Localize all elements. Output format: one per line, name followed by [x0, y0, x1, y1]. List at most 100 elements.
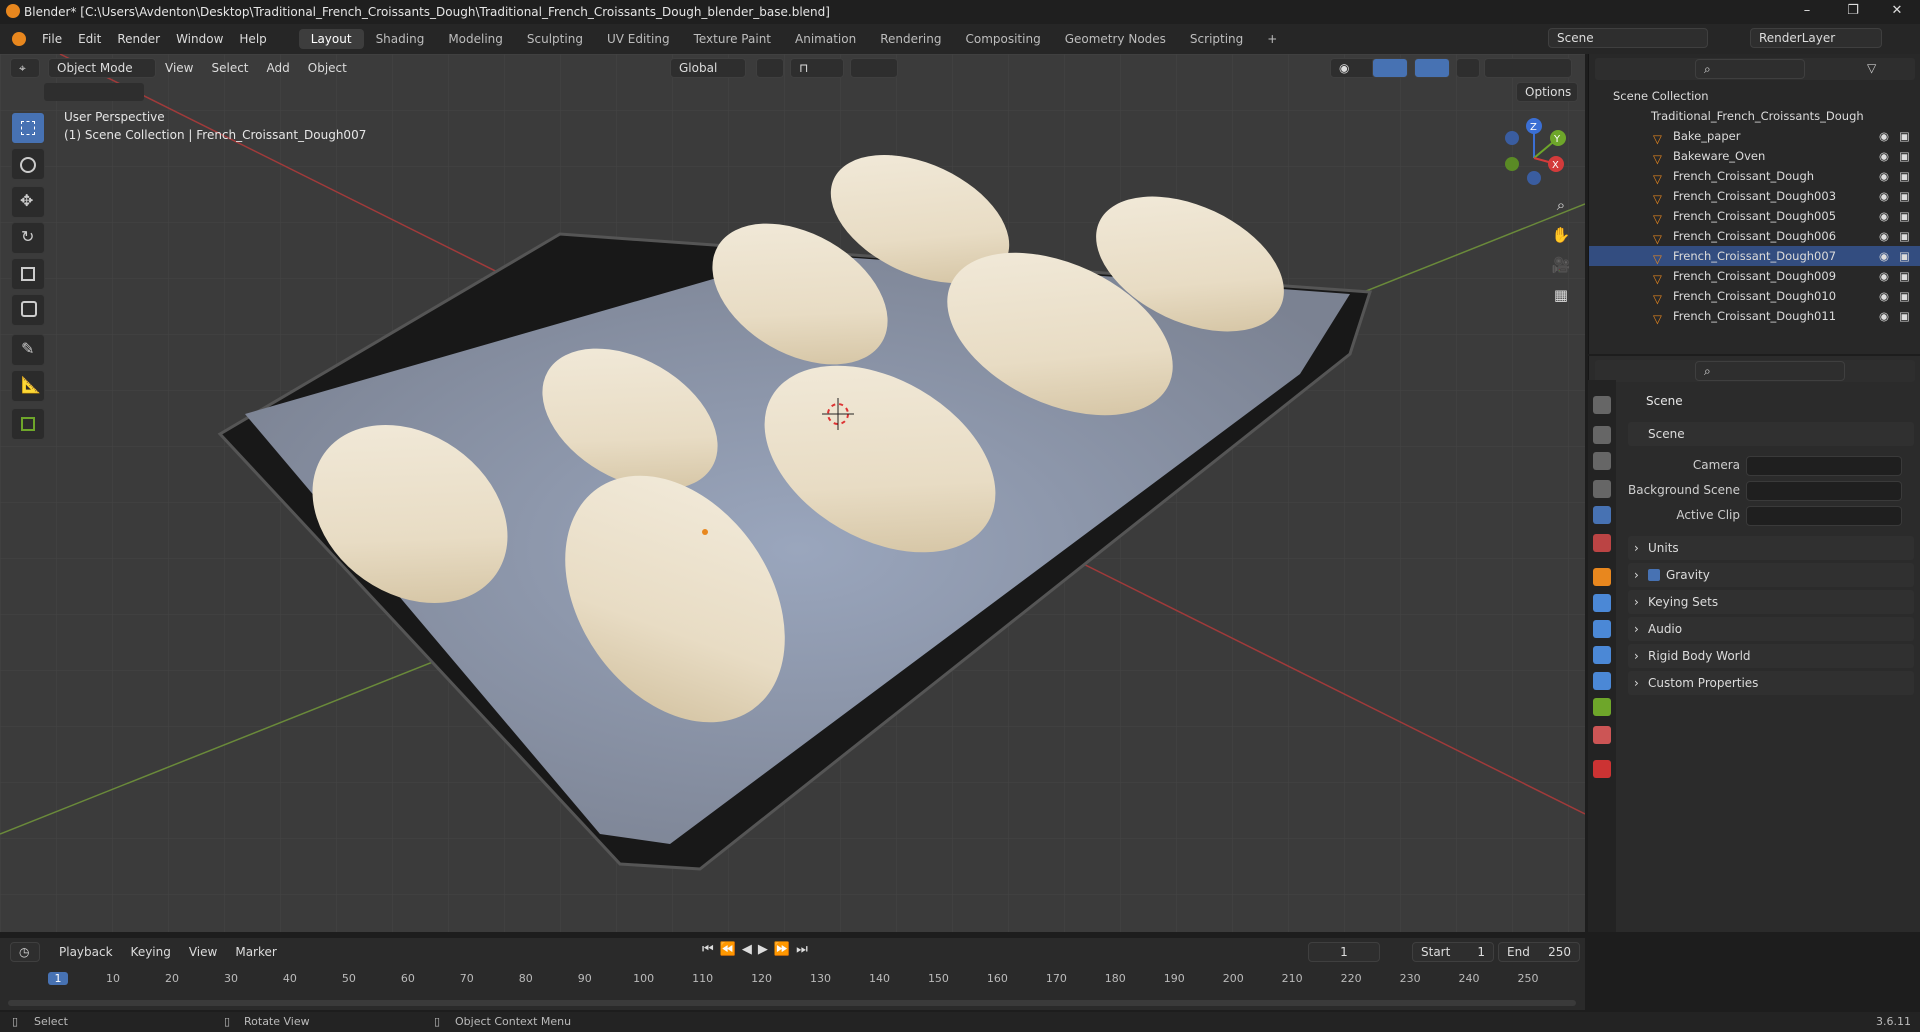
- render-camera-icon[interactable]: ▣: [1899, 246, 1910, 266]
- snapping-button[interactable]: ⊓: [790, 58, 844, 78]
- outliner-collection-row[interactable]: Traditional_French_Croissants_Dough: [1589, 106, 1920, 126]
- renderlayer-selector[interactable]: RenderLayer: [1750, 28, 1882, 48]
- menu-timeline-view[interactable]: View: [180, 945, 226, 959]
- selection-mode-buttons[interactable]: [44, 83, 144, 101]
- menu-marker[interactable]: Marker: [226, 945, 285, 959]
- tab-animation[interactable]: Animation: [783, 29, 868, 49]
- scale-tool[interactable]: [11, 258, 45, 290]
- menu-file[interactable]: File: [34, 32, 70, 46]
- gravity-checkbox[interactable]: [1648, 569, 1660, 581]
- outliner-scene-collection[interactable]: Scene Collection: [1589, 86, 1920, 106]
- render-camera-icon[interactable]: ▣: [1899, 166, 1910, 186]
- render-tab-icon[interactable]: [1593, 426, 1611, 444]
- outliner-item[interactable]: ▽ French_Croissant_Dough009 ◉ ▣: [1589, 266, 1920, 286]
- playback-controls[interactable]: ⏮⏪◀▶⏩⏭: [702, 942, 814, 957]
- texture-tab-icon[interactable]: [1593, 760, 1611, 778]
- scene-tab-icon[interactable]: [1593, 506, 1611, 524]
- pivot-point-button[interactable]: [756, 58, 784, 78]
- properties-section-header[interactable]: › Keying Sets: [1628, 590, 1914, 614]
- menu-window[interactable]: Window: [168, 32, 231, 46]
- menu-object[interactable]: Object: [299, 61, 356, 75]
- menu-keying[interactable]: Keying: [122, 945, 180, 959]
- menu-playback[interactable]: Playback: [50, 945, 122, 959]
- outliner-item[interactable]: ▽ French_Croissant_Dough003 ◉ ▣: [1589, 186, 1920, 206]
- properties-search-input[interactable]: ⌕: [1695, 361, 1845, 381]
- current-frame-field[interactable]: 1: [1308, 942, 1380, 962]
- particles-tab-icon[interactable]: [1593, 620, 1611, 638]
- tab-modeling[interactable]: Modeling: [436, 29, 515, 49]
- close-button[interactable]: ✕: [1874, 0, 1920, 24]
- menu-select[interactable]: Select: [202, 61, 257, 75]
- scene-section-header[interactable]: Scene: [1628, 422, 1914, 446]
- properties-section-header[interactable]: › Audio: [1628, 617, 1914, 641]
- menu-add[interactable]: Add: [258, 61, 299, 75]
- menu-edit[interactable]: Edit: [70, 32, 109, 46]
- outliner-item[interactable]: ▽ French_Croissant_Dough010 ◉ ▣: [1589, 286, 1920, 306]
- options-button[interactable]: Options: [1516, 82, 1578, 102]
- camera-view-button[interactable]: 🎥: [1546, 250, 1576, 280]
- transform-orientation-selector[interactable]: Global: [670, 58, 746, 78]
- outliner-item[interactable]: ▽ French_Croissant_Dough005 ◉ ▣: [1589, 206, 1920, 226]
- playhead[interactable]: 1: [48, 972, 68, 985]
- rotate-tool[interactable]: ↻: [11, 222, 45, 254]
- gizmo-neg-x-icon[interactable]: [1527, 171, 1541, 185]
- move-tool[interactable]: ✥: [11, 186, 45, 218]
- outliner-item[interactable]: ▽ French_Croissant_Dough006 ◉ ▣: [1589, 226, 1920, 246]
- outliner-item[interactable]: ▽ French_Croissant_Dough ◉ ▣: [1589, 166, 1920, 186]
- overlay-toggle-button[interactable]: [1414, 58, 1450, 78]
- outliner-item[interactable]: ▽ Bakeware_Oven ◉ ▣: [1589, 146, 1920, 166]
- measure-tool[interactable]: 📐: [11, 370, 45, 402]
- background-scene-field[interactable]: [1746, 481, 1902, 501]
- frame-ruler[interactable]: 1 10 20 30 40 50 60 70 80 90 100 110 120 130 140 150 160…: [0, 968, 1585, 992]
- scene-selector[interactable]: Scene: [1548, 28, 1708, 48]
- menu-view[interactable]: View: [156, 61, 202, 75]
- outliner-item[interactable]: ▽ French_Croissant_Dough011 ◉ ▣: [1589, 306, 1920, 326]
- cursor-tool[interactable]: [11, 148, 45, 180]
- eye-icon[interactable]: ◉: [1879, 246, 1889, 266]
- editor-type-button[interactable]: ⌖: [10, 58, 40, 78]
- transform-tool[interactable]: [11, 294, 45, 326]
- render-camera-icon[interactable]: ▣: [1899, 206, 1910, 226]
- tab-layout[interactable]: Layout: [298, 29, 364, 49]
- outliner-search-input[interactable]: ⌕: [1695, 59, 1805, 79]
- eye-icon[interactable]: ◉: [1879, 266, 1889, 286]
- timeline-scrollbar[interactable]: [8, 1000, 1576, 1006]
- tab-rendering[interactable]: Rendering: [868, 29, 953, 49]
- tab-geometry-nodes[interactable]: Geometry Nodes: [1053, 29, 1178, 49]
- gizmo-neg-z-icon[interactable]: [1505, 131, 1519, 145]
- view-layer-tab-icon[interactable]: [1593, 480, 1611, 498]
- shading-mode-buttons[interactable]: [1484, 58, 1572, 78]
- tab-uv-editing[interactable]: UV Editing: [595, 29, 682, 49]
- gizmo-toggle-button[interactable]: [1372, 58, 1408, 78]
- tab-scripting[interactable]: Scripting: [1178, 29, 1255, 49]
- 3d-viewport[interactable]: Z Y X User Perspective (1) Scene Collect…: [0, 54, 1585, 932]
- zoom-view-button[interactable]: ⌕: [1546, 190, 1576, 220]
- maximize-button[interactable]: ❐: [1830, 0, 1876, 24]
- eye-icon[interactable]: ◉: [1879, 306, 1889, 326]
- eye-icon[interactable]: ◉: [1879, 186, 1889, 206]
- minimize-button[interactable]: –: [1784, 0, 1830, 24]
- xray-toggle-button[interactable]: [1456, 58, 1480, 78]
- render-camera-icon[interactable]: ▣: [1899, 226, 1910, 246]
- add-cube-tool[interactable]: [11, 408, 45, 440]
- eye-icon[interactable]: ◉: [1879, 146, 1889, 166]
- properties-section-header[interactable]: › Units: [1628, 536, 1914, 560]
- gizmo-neg-y-icon[interactable]: [1505, 157, 1519, 171]
- tab-compositing[interactable]: Compositing: [953, 29, 1052, 49]
- timeline-editor-type-button[interactable]: ◷: [10, 942, 40, 962]
- modifiers-tab-icon[interactable]: [1593, 594, 1611, 612]
- render-camera-icon[interactable]: ▣: [1899, 266, 1910, 286]
- proportional-edit-button[interactable]: [850, 58, 898, 78]
- render-camera-icon[interactable]: ▣: [1899, 306, 1910, 326]
- pan-view-button[interactable]: ✋: [1546, 220, 1576, 250]
- end-frame-field[interactable]: End 250: [1498, 942, 1580, 962]
- eye-icon[interactable]: ◉: [1879, 206, 1889, 226]
- render-camera-icon[interactable]: ▣: [1899, 286, 1910, 306]
- filter-icon[interactable]: ▽: [1867, 61, 1876, 75]
- eye-icon[interactable]: ◉: [1879, 166, 1889, 186]
- camera-field[interactable]: [1746, 456, 1902, 476]
- world-tab-icon[interactable]: [1593, 534, 1611, 552]
- properties-section-header[interactable]: › Gravity: [1628, 563, 1914, 587]
- tool-tab-icon[interactable]: [1593, 396, 1611, 414]
- object-tab-icon[interactable]: [1593, 568, 1611, 586]
